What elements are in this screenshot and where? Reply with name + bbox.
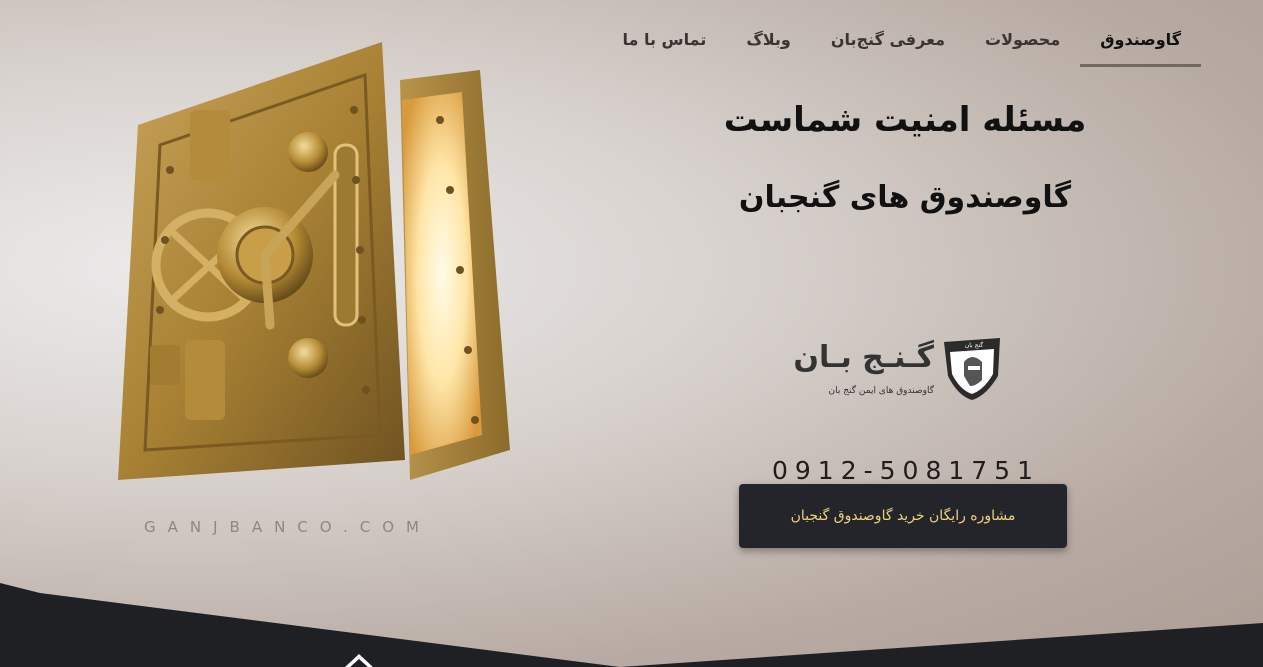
brand-logo: گـنـج بـان گاوصندوق های ایمن گنج بان گنج…	[793, 336, 1006, 406]
nav-item-about[interactable]: معرفی گنج‌بان	[811, 24, 965, 64]
logo-tagline: گاوصندوق های ایمن گنج بان	[828, 386, 935, 396]
nav-item-products[interactable]: محصولات	[965, 24, 1080, 64]
home-icon[interactable]	[342, 652, 376, 667]
domain-watermark: GANJBANCO.COM	[144, 518, 431, 536]
main-nav: گاوصندوق محصولات معرفی گنج‌بان وبلاگ تما…	[602, 24, 1201, 67]
hero-headline: مسئله امنیت شماست	[723, 100, 1087, 140]
page: گاوصندوق محصولات معرفی گنج‌بان وبلاگ تما…	[0, 0, 1263, 667]
knight-helmet-shield-icon: گنج بان	[944, 338, 1000, 400]
free-consultation-button[interactable]: مشاوره رایگان خرید گاوصندوق گنجبان	[739, 484, 1067, 548]
footer-dark-band	[0, 583, 1263, 667]
nav-item-safe[interactable]: گاوصندوق	[1080, 24, 1201, 67]
svg-text:گنج بان: گنج بان	[965, 341, 983, 349]
nav-item-contact[interactable]: تماس با ما	[602, 24, 726, 64]
phone-number[interactable]: 0912-5081751	[756, 456, 1056, 485]
nav-item-blog[interactable]: وبلاگ	[726, 24, 810, 64]
logo-name: گـنـج بـان	[793, 340, 934, 375]
vault-safe-image	[118, 42, 510, 480]
hero-subheadline: گاوصندوق های گنجبان	[738, 180, 1072, 215]
